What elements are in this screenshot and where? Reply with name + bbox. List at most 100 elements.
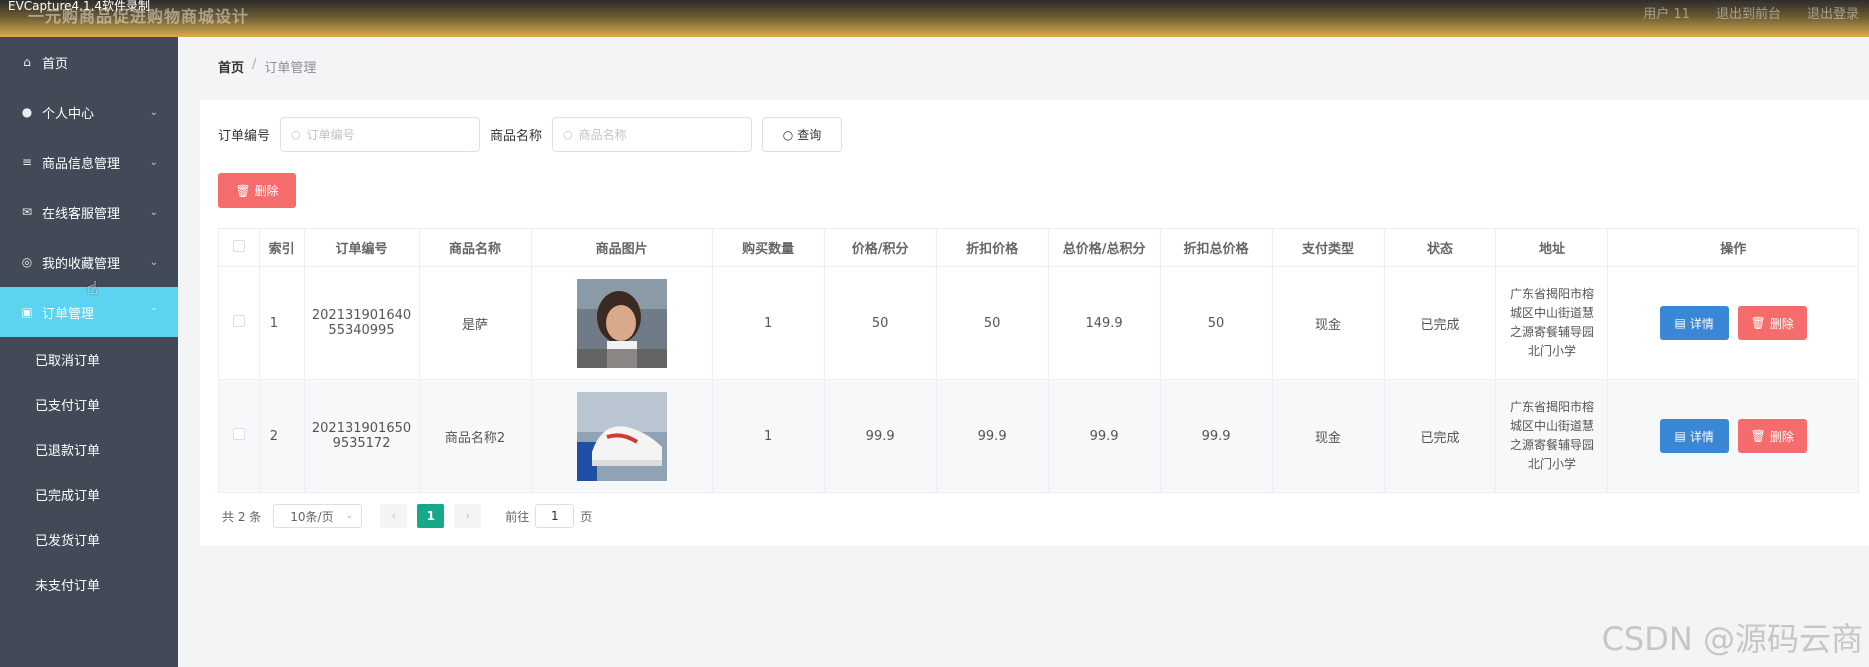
row-checkbox[interactable] (218, 379, 260, 493)
column-header: 支付类型 (1271, 228, 1385, 267)
goto-page-input[interactable]: 1 (535, 504, 575, 528)
page-size-select[interactable]: 10条/页 ⌄ (273, 504, 363, 528)
chevron-down-icon: ⌄ (345, 511, 354, 521)
chevron-down-icon: ⌄ (149, 156, 158, 168)
address-line: 北门小学 (1527, 344, 1576, 358)
order-no-line: 9535172 (332, 436, 391, 451)
cell-actions: ▤ 详情 🗑 删除 (1607, 266, 1859, 380)
column-header: 状态 (1383, 228, 1497, 267)
total-count: 共 2 条 (222, 509, 262, 524)
order-no-line: 202131901650 (311, 421, 412, 436)
page-number-current[interactable]: 1 (417, 504, 445, 528)
column-header: 价格/积分 (823, 228, 937, 267)
sidebar-subitem-cancelled[interactable]: 已取消订单 (0, 337, 178, 382)
address-line: 之源寄餐辅导园 (1509, 438, 1594, 452)
document-icon: ▤ (1674, 316, 1686, 330)
detail-button[interactable]: ▤ 详情 (1659, 306, 1729, 340)
sidebar-subitem-refunded[interactable]: 已退款订单 (0, 427, 178, 472)
goto-page: 前往 1 页 (505, 504, 592, 528)
cell-order-no: 202131901640 55340995 (303, 266, 420, 380)
select-all-checkbox[interactable] (218, 228, 260, 267)
column-header: 商品图片 (530, 228, 713, 267)
logout-link[interactable]: 退出登录 (1807, 3, 1859, 22)
row-checkbox[interactable] (218, 266, 260, 380)
watermark: CSDN @源码云商 (1601, 620, 1863, 658)
goods-name-label: 商品名称 (490, 129, 543, 144)
column-header: 订单编号 (303, 228, 420, 267)
order-no-label: 订单编号 (218, 129, 271, 144)
sidebar-subitem-paid[interactable]: 已支付订单 (0, 382, 178, 427)
delete-label: 删除 (1769, 429, 1794, 444)
cell-status: 已完成 (1383, 379, 1497, 493)
goods-name-placeholder: 商品名称 (578, 128, 627, 142)
cell-qty: 1 (711, 266, 825, 380)
breadcrumb-home[interactable]: 首页 (218, 57, 244, 76)
delete-button[interactable]: 🗑 删除 (1737, 306, 1807, 340)
column-header: 折扣价格 (935, 228, 1049, 267)
address-line: 城区中山街道慧 (1509, 419, 1594, 433)
mouse-cursor-icon: ☝ (87, 278, 98, 299)
column-header: 购买数量 (711, 228, 825, 267)
product-image-portrait (576, 278, 667, 368)
product-image-shoe (576, 391, 667, 481)
sidebar-item-goods[interactable]: ≡ 商品信息管理 ⌄ (0, 137, 178, 187)
sidebar-subitem-completed[interactable]: 已完成订单 (0, 472, 178, 517)
sidebar-item-label: 个人中心 (42, 106, 95, 122)
pagination: 共 2 条 10条/页 ⌄ ‹ 1 › 前往 1 页 (222, 504, 592, 528)
address-line: 广东省揭阳市榕 (1509, 400, 1594, 414)
column-header: 折扣总价格 (1159, 228, 1273, 267)
cell-goods: 商品名称2 (418, 379, 532, 493)
detail-label: 详情 (1689, 429, 1714, 444)
address-line: 城区中山街道慧 (1509, 306, 1594, 320)
batch-delete-button[interactable]: 🗑 删除 (218, 173, 296, 208)
search-row: 订单编号 ○ 订单编号 商品名称 ○ 商品名称 ○ 查询 (218, 117, 843, 152)
trash-icon: 🗑 (235, 183, 251, 198)
order-no-placeholder: 订单编号 (306, 128, 355, 142)
back-to-front-link[interactable]: 退出到前台 (1716, 3, 1781, 22)
delete-label: 删除 (1769, 316, 1794, 331)
cell-actions: ▤ 详情 🗑 删除 (1607, 379, 1859, 493)
cell-image (530, 379, 713, 493)
cell-discount: 99.9 (935, 379, 1049, 493)
sidebar-item-label: 首页 (42, 56, 69, 72)
sidebar-subitem-unpaid[interactable]: 未支付订单 (0, 562, 178, 607)
goto-label: 前往 (505, 509, 530, 524)
chevron-left-icon: ‹ (391, 509, 397, 523)
sidebar-item-label: 我的收藏管理 (42, 256, 121, 272)
breadcrumb-current: 订单管理 (264, 61, 317, 76)
search-icon: ○ (563, 128, 573, 141)
cell-price: 99.9 (823, 379, 937, 493)
column-header: 操作 (1607, 228, 1859, 267)
query-button[interactable]: ○ 查询 (762, 117, 843, 152)
cell-total: 99.9 (1047, 379, 1161, 493)
cell-status: 已完成 (1383, 266, 1497, 380)
chevron-right-icon: › (465, 509, 471, 523)
order-no-input[interactable]: ○ 订单编号 (280, 117, 481, 152)
cell-total: 149.9 (1047, 266, 1161, 380)
detail-button[interactable]: ▤ 详情 (1659, 419, 1729, 453)
trash-icon: 🗑 (1750, 429, 1766, 443)
page-size-value: 10条/页 (290, 509, 334, 524)
delete-button[interactable]: 🗑 删除 (1737, 419, 1807, 453)
table-row: 2 202131901650 9535172 商品名称2 1 99.9 99.9… (218, 379, 1859, 493)
chevron-down-icon: ⌄ (149, 206, 158, 218)
prev-page-button[interactable]: ‹ (380, 504, 408, 528)
breadcrumb: 首页 / 订单管理 (218, 57, 316, 76)
sidebar-item-home[interactable]: ⌂ 首页 (0, 37, 178, 87)
sidebar: ⌂ 首页 ● 个人中心 ⌄ ≡ 商品信息管理 ⌄ ✉ 在线客服管理 ⌄ ◎ 我的… (0, 37, 178, 667)
sidebar-item-service[interactable]: ✉ 在线客服管理 ⌄ (0, 187, 178, 237)
column-header: 总价格/总积分 (1047, 228, 1161, 267)
sidebar-item-personal[interactable]: ● 个人中心 ⌄ (0, 87, 178, 137)
next-page-button[interactable]: › (454, 504, 482, 528)
cell-goods: 是萨 (418, 266, 532, 380)
address-line: 北门小学 (1527, 457, 1576, 471)
compass-icon: ◎ (21, 255, 33, 269)
cell-order-no: 202131901650 9535172 (303, 379, 420, 493)
sidebar-subitem-shipped[interactable]: 已发货订单 (0, 517, 178, 562)
cell-index: 2 (258, 379, 305, 493)
briefcase-icon: ▣ (21, 305, 33, 319)
order-no-line: 55340995 (328, 323, 395, 338)
goods-name-input[interactable]: ○ 商品名称 (552, 117, 753, 152)
cell-discount-total: 99.9 (1159, 379, 1273, 493)
cell-discount-total: 50 (1159, 266, 1273, 380)
